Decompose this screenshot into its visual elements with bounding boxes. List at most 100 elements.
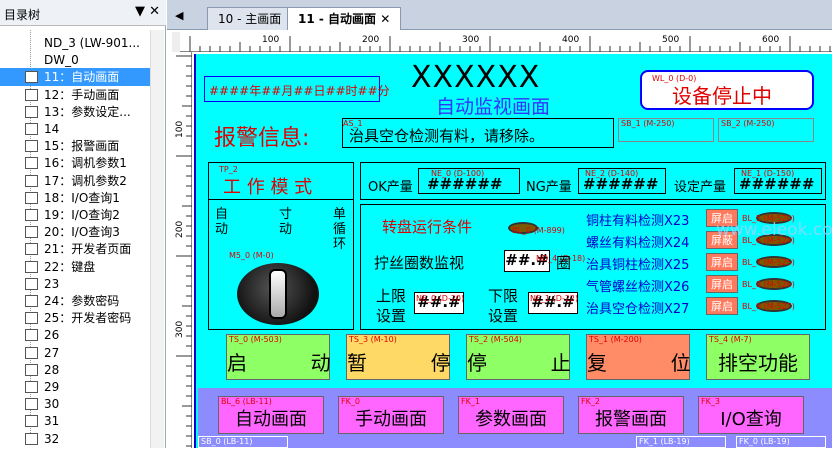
nav-button[interactable]: FK_0 手动画面 bbox=[338, 396, 444, 434]
page-icon bbox=[25, 346, 38, 359]
tab-auto-screen[interactable]: 11 - 自动画面 ✕ bbox=[287, 7, 402, 30]
tree-item-label: 27 bbox=[44, 345, 60, 360]
set-count-display[interactable]: NE_1 (D-150) ###### bbox=[734, 168, 822, 194]
ruler-label: 300 bbox=[175, 321, 185, 338]
tree-item[interactable]: 30 bbox=[0, 395, 162, 413]
page-icon bbox=[25, 363, 38, 376]
tab-bar: ◀ 10 - 主画面 11 - 自动画面 ✕ bbox=[167, 0, 832, 30]
hidden-object-box[interactable]: FK_0 (LB-19) bbox=[736, 436, 826, 448]
tree-item[interactable]: 17：调机参数2 bbox=[0, 172, 162, 190]
function-button[interactable]: TS_4 (M-7) 排空功能 bbox=[706, 334, 810, 380]
datetime-display[interactable]: ####年##月##日##时##分 bbox=[204, 76, 390, 102]
tree-item-label: 25：开发者密码 bbox=[44, 311, 132, 326]
close-icon[interactable]: ✕ bbox=[380, 12, 390, 26]
tree-item[interactable]: 11：自动画面 bbox=[0, 68, 162, 87]
hidden-object-box[interactable]: FK_1 (LB-19) bbox=[636, 436, 726, 448]
nav-button[interactable]: FK_3 I/O查询 bbox=[698, 396, 804, 434]
ok-count-label: OK产量 bbox=[368, 180, 413, 195]
screen-subtitle: 自动监视画面 bbox=[436, 96, 551, 118]
tree-item[interactable]: 19：I/O查询2 bbox=[0, 206, 162, 224]
tab-main-screen[interactable]: 10 - 主画面 bbox=[207, 7, 293, 30]
sensor-bypass-button[interactable]: 屏启 bbox=[706, 297, 738, 315]
tree-item[interactable]: 27 bbox=[0, 344, 162, 362]
tree-item[interactable]: 28 bbox=[0, 361, 162, 379]
function-button[interactable]: TS_0 (M-503) 启 动 bbox=[226, 334, 331, 380]
sensor-bypass-button[interactable]: 屏启 bbox=[706, 275, 738, 293]
ng-count-display[interactable]: NE_2 (D-140) ###### bbox=[578, 168, 666, 194]
tree-item[interactable]: 20：I/O查询3 bbox=[0, 223, 162, 241]
page-icon bbox=[25, 312, 38, 325]
mode-auto-label: 自 动 bbox=[215, 207, 229, 237]
tab-scroll-left-icon[interactable]: ◀ bbox=[175, 9, 183, 22]
tree-item-label: 28 bbox=[44, 362, 60, 377]
tree-item-label: 26 bbox=[44, 328, 60, 343]
tag: BL_8 (M-526) bbox=[742, 280, 795, 289]
page-icon bbox=[25, 243, 38, 256]
mode-jog-label: 寸 动 bbox=[279, 207, 293, 237]
tree-item[interactable]: DW_0 bbox=[0, 51, 162, 69]
hidden-object-box[interactable]: SB_0 (LB-11) bbox=[198, 436, 288, 448]
tree-item[interactable]: 14 bbox=[0, 120, 162, 138]
function-button-label: 启 动 bbox=[227, 351, 331, 375]
tree-item-label: 32 bbox=[44, 431, 60, 446]
tree-header-buttons[interactable]: ▼ ✕ bbox=[135, 4, 160, 19]
nav-button[interactable]: FK_2 报警画面 bbox=[578, 396, 684, 434]
tree-title: 目录树 bbox=[4, 8, 41, 22]
mode-single-cycle-label: 单 循 环 bbox=[333, 207, 347, 252]
tree-item[interactable]: 16：调机参数1 bbox=[0, 154, 162, 172]
page-icon bbox=[25, 123, 38, 135]
tree-item[interactable]: 29 bbox=[0, 378, 162, 396]
ruler-label: 300 bbox=[462, 35, 479, 45]
bypass-label: 屏启 bbox=[711, 278, 733, 291]
mode-selector-knob[interactable] bbox=[237, 263, 319, 325]
status-bit-1[interactable]: SB_1 (M-250) bbox=[618, 118, 714, 142]
lower-limit-label: 下限设置 bbox=[488, 287, 519, 325]
function-button[interactable]: TS_1 (M-200) 复 位 bbox=[586, 334, 691, 380]
tree-item[interactable]: 23 bbox=[0, 275, 162, 293]
tag: NE_1 (D-22) bbox=[530, 294, 579, 303]
function-button-label: 停 止 bbox=[467, 351, 571, 375]
nav-button-label: 自动画面 bbox=[235, 409, 307, 430]
device-status-indicator[interactable]: WL_0 (D-0) 设备停止中 bbox=[640, 70, 814, 110]
bypass-label: 屏启 bbox=[711, 256, 733, 269]
tree-header: 目录树 ▼ ✕ bbox=[0, 0, 166, 26]
alarm-message-box[interactable]: AS_1 治具空仓检测有料，请移除。 bbox=[342, 118, 614, 148]
tree-item[interactable]: 18：I/O查询1 bbox=[0, 189, 162, 207]
tree-item[interactable]: 21：开发者页面 bbox=[0, 240, 162, 258]
knob-handle bbox=[269, 269, 287, 319]
sensor-bypass-button[interactable]: 屏启 bbox=[706, 253, 738, 271]
tree-item[interactable]: 32 bbox=[0, 430, 162, 448]
tag: SB_1 (M-250) bbox=[621, 119, 675, 128]
tree-item[interactable]: 13：参数设定... bbox=[0, 103, 162, 121]
ruler-label: 400 bbox=[562, 35, 579, 45]
tree-item[interactable]: 22：键盘 bbox=[0, 258, 162, 276]
tree-item[interactable]: 12：手动画面 bbox=[0, 86, 162, 104]
tree-item-label: DW_0 bbox=[44, 53, 79, 68]
tree-item-label: 31 bbox=[44, 414, 60, 429]
nav-button-label: I/O查询 bbox=[720, 409, 782, 430]
nav-button[interactable]: BL_6 (LB-11) 自动画面 bbox=[218, 396, 324, 434]
function-button[interactable]: TS_2 (M-504) 停 止 bbox=[466, 334, 571, 380]
page-icon bbox=[25, 432, 38, 445]
page-icon bbox=[25, 140, 38, 153]
function-button-label: 排空功能 bbox=[718, 351, 798, 375]
hmi-design-canvas[interactable]: ####年##月##日##时##分 XXXXXX 自动监视画面 WL_0 (D-… bbox=[194, 54, 832, 448]
tree-item[interactable]: 15：报警画面 bbox=[0, 137, 162, 155]
tree-item[interactable]: 26 bbox=[0, 326, 162, 344]
tree-item[interactable]: 25：开发者密码 bbox=[0, 309, 162, 327]
tree-item-label: ND_3 (LW-901... bbox=[44, 36, 140, 50]
tree-item[interactable]: 24：参数密码 bbox=[0, 292, 162, 310]
tree-item[interactable]: 31 bbox=[0, 412, 162, 430]
tree-item-label: 30 bbox=[44, 397, 60, 412]
sensor-check-label: 气管螺丝检测X26 bbox=[586, 280, 690, 295]
tag: FK_0 (LB-19) bbox=[739, 437, 790, 446]
status-bit-2[interactable]: SB_2 (M-250) bbox=[718, 118, 814, 142]
datetime-text: ####年##月##日##时##分 bbox=[209, 84, 390, 98]
work-mode-title: 工 作 模 式 bbox=[223, 177, 313, 198]
tree-item[interactable]: ND_3 (LW-901... bbox=[0, 34, 162, 52]
nav-button[interactable]: FK_1 参数画面 bbox=[458, 396, 564, 434]
function-button[interactable]: TS_3 (M-10) 暂 停 bbox=[346, 334, 451, 380]
tree-scrollbar[interactable] bbox=[150, 30, 164, 448]
tree-item-label: 11：自动画面 bbox=[44, 70, 120, 85]
ok-count-display[interactable]: NE_0 (D-100) ###### bbox=[418, 168, 520, 194]
